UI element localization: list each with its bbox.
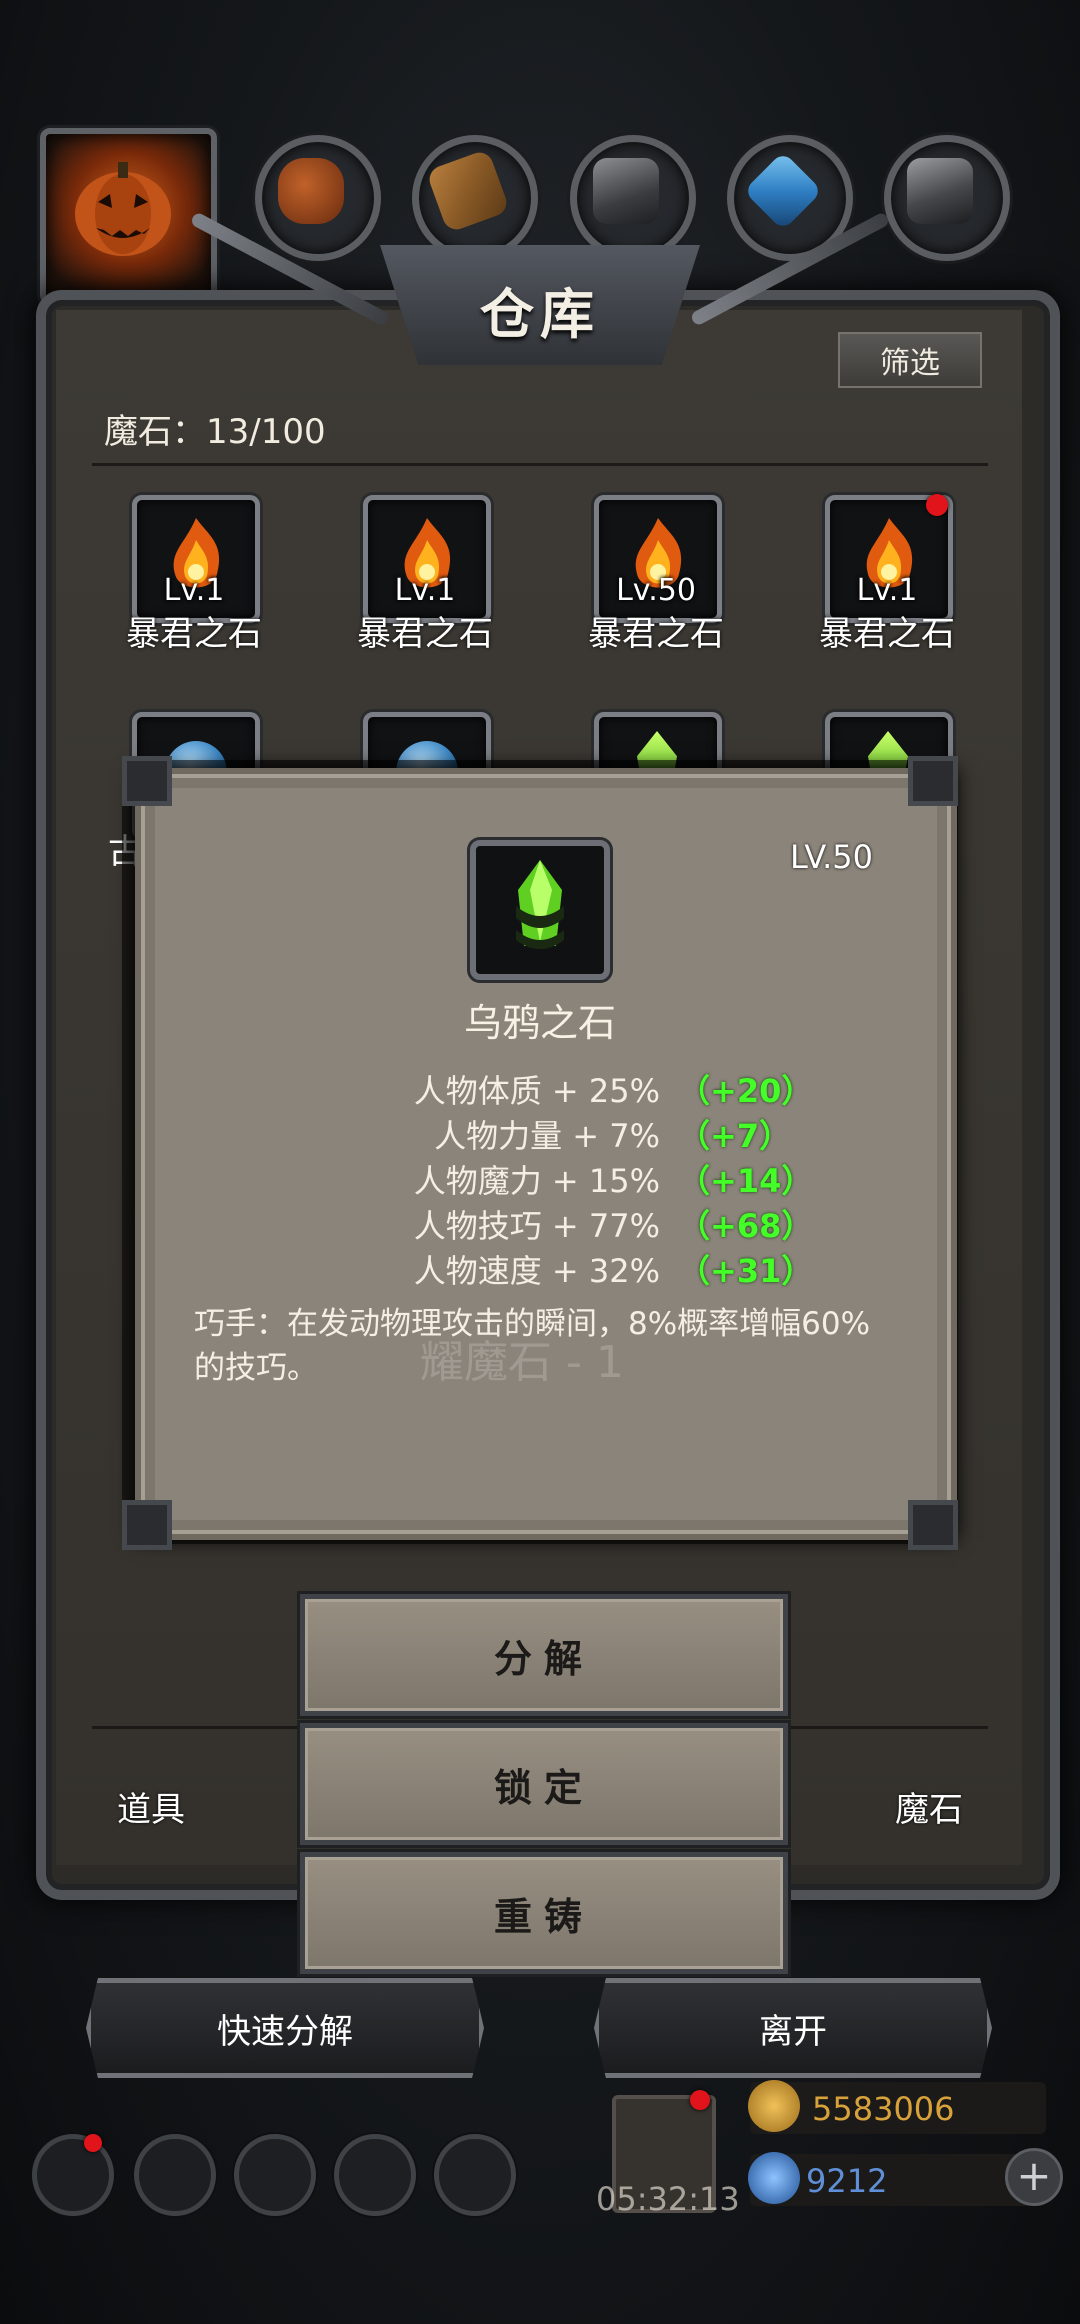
pumpkin-avatar-icon (75, 162, 171, 256)
popup-corner (122, 1500, 172, 1550)
stat-bonus: （+14） (678, 1162, 814, 1200)
popup-corner (908, 756, 958, 806)
stat-row: 人物技巧 + 77% （+68） (310, 1201, 830, 1245)
metal-ingot-icon (907, 158, 973, 224)
stat-label: 人物力量 + 7% (434, 1117, 660, 1155)
stat-label: 人物魔力 + 15% (413, 1162, 660, 1200)
gift-badge (690, 2090, 710, 2110)
gold-amount: 5583006 (812, 2090, 955, 2128)
leave-button[interactable]: 离开 (594, 1978, 992, 2078)
item-level: Lv.1 (163, 573, 225, 608)
crow-stone-icon (516, 860, 564, 949)
guild-icon[interactable] (234, 2134, 316, 2216)
player-avatar[interactable] (40, 128, 217, 305)
stat-bonus: （+68） (678, 1207, 814, 1245)
crystal-amount: 9212 (806, 2162, 888, 2200)
stat-bonus: （+7） (678, 1117, 792, 1155)
new-badge (926, 494, 948, 516)
stat-label: 人物体质 + 25% (413, 1072, 660, 1110)
add-currency-button[interactable]: + (1005, 2148, 1063, 2206)
quick-decompose-button[interactable]: 快速分解 (86, 1978, 484, 2078)
shop-icon[interactable] (434, 2134, 516, 2216)
wood-icon (425, 148, 511, 234)
gold-coin-icon (748, 2080, 800, 2132)
skill-description-line: 巧手：在发动物理攻击的瞬间，8%概率增幅60% (194, 1306, 871, 1342)
item-level: Lv.1 (394, 573, 456, 608)
wood-resource[interactable] (412, 135, 538, 261)
page-title: 仓库 (480, 282, 600, 346)
popup-item-icon (470, 840, 610, 980)
item-level: Lv.1 (856, 573, 918, 608)
leather-resource[interactable] (255, 135, 381, 261)
achievement-icon[interactable] (134, 2134, 216, 2216)
notification-badge (84, 2134, 102, 2152)
divider (92, 463, 988, 466)
iron-ore-resource[interactable] (570, 135, 696, 261)
stat-row: 人物体质 + 25% （+20） (310, 1066, 830, 1110)
tab-stones[interactable]: 魔石 (895, 1782, 963, 1831)
gift-timer: 05:32:13 (596, 2180, 740, 2218)
popup-corner (908, 1500, 958, 1550)
popup-item-level: LV.50 (790, 838, 873, 876)
stat-label: 人物速度 + 32% (413, 1252, 660, 1290)
stone-count: 魔石：13/100 (104, 412, 326, 452)
skill-description-line: 的技巧。 (194, 1350, 318, 1386)
item-name: 暴君之石 (588, 614, 724, 654)
stat-row: 人物速度 + 32% （+31） (310, 1246, 830, 1290)
lock-button[interactable]: 锁定 (300, 1723, 788, 1845)
stat-bonus: （+31） (678, 1252, 814, 1290)
item-name: 暴君之石 (126, 614, 262, 654)
skill-description: 巧手：在发动物理攻击的瞬间，8%概率增幅60% 的技巧。 (194, 1302, 894, 1390)
stat-label: 人物技巧 + 77% (413, 1207, 660, 1245)
stat-row: 人物力量 + 7% （+7） (310, 1111, 830, 1155)
item-name: 暴君之石 (357, 614, 493, 654)
crystal-icon (748, 2152, 800, 2204)
mail-icon[interactable] (334, 2134, 416, 2216)
ingot-resource[interactable] (884, 135, 1010, 261)
iron-ore-icon (593, 158, 659, 224)
decompose-button[interactable]: 分解 (300, 1594, 788, 1716)
settings-gear-icon[interactable] (32, 2134, 114, 2216)
stat-row: 人物魔力 + 15% （+14） (310, 1156, 830, 1200)
filter-button[interactable]: 筛选 (838, 332, 982, 388)
reforge-button[interactable]: 重铸 (300, 1852, 788, 1974)
item-level: Lv.50 (616, 573, 696, 608)
blue-crystal-icon (743, 151, 823, 231)
popup-item-name: 乌鸦之石 (463, 1001, 616, 1045)
leather-icon (278, 158, 344, 224)
popup-corner (122, 756, 172, 806)
item-name: 暴君之石 (819, 614, 955, 654)
tab-items[interactable]: 道具 (117, 1782, 185, 1831)
stat-bonus: （+20） (678, 1072, 814, 1110)
